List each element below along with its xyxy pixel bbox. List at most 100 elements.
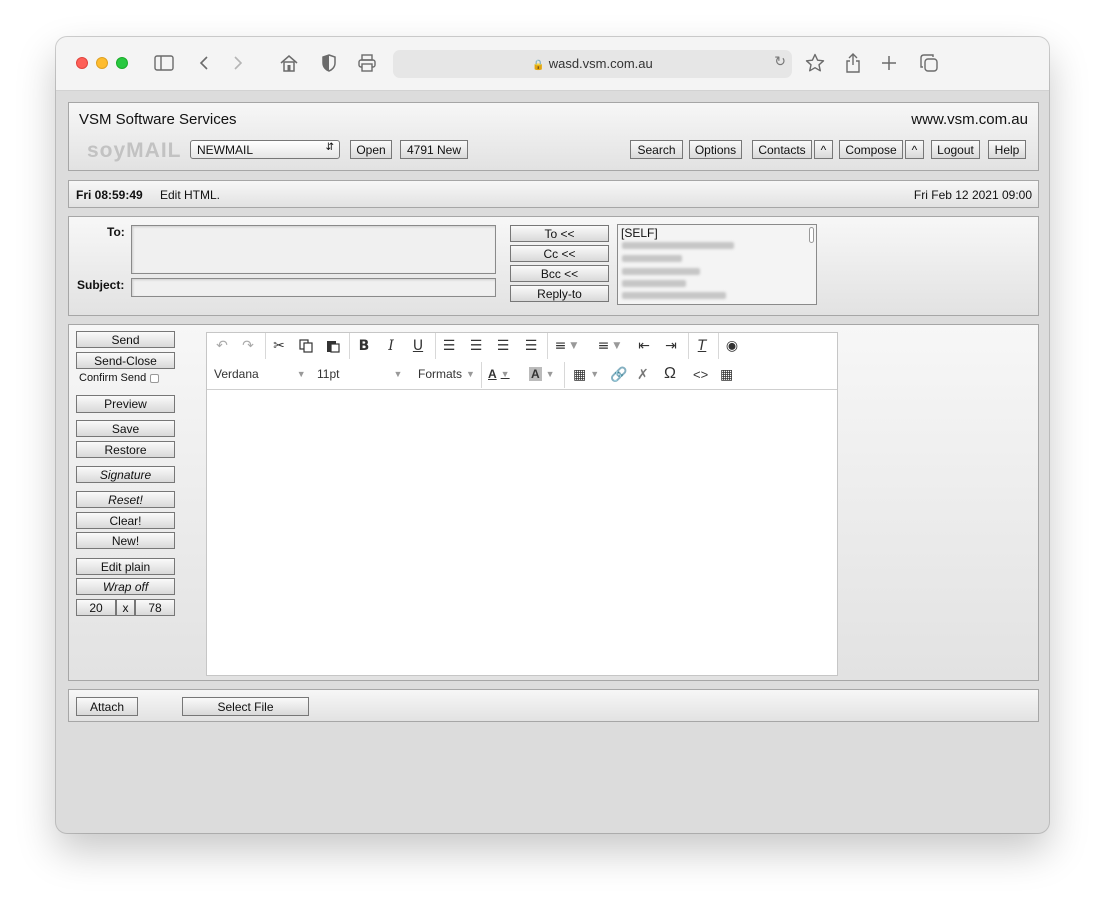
to-add-button[interactable]: To << [510,225,609,242]
soymail-logo: soyMAIL [87,139,182,162]
html-editor: ↶ ↷ ✂ B I U ☰ ☰ ☰ ☰ ≡ ▼ ≡ ▼ ⇤ ⇥ T ◉ Verd… [206,332,838,676]
sidebar-icon[interactable] [153,52,175,74]
send-button[interactable]: Send [76,331,175,348]
chevron-updown-icon: ⇵ [325,142,334,153]
font-family-value: Verdana [214,367,259,381]
compose-button[interactable]: Compose [839,140,903,159]
share-icon[interactable] [842,52,864,74]
bold-icon[interactable]: B [355,336,373,356]
confirm-send-label: Confirm Send [79,372,160,384]
new-count-button[interactable]: 4791 New [400,140,468,159]
paste-icon[interactable] [324,336,342,356]
preview-button[interactable]: Preview [76,395,175,413]
list-item[interactable] [622,268,700,275]
unlink-icon[interactable]: ✗ [637,364,655,384]
numbered-list-icon[interactable]: ≡ ▼ [595,336,623,356]
formats-select[interactable]: Formats ▼ [418,364,478,384]
font-size-select[interactable]: 11pt ▼ [317,364,409,384]
wrap-off-button[interactable]: Wrap off [76,578,175,595]
help-button[interactable]: Help [988,140,1026,159]
browser-toolbar: 🔒 wasd.vsm.com.au ↻ [56,37,1049,91]
cols-field[interactable]: 78 [135,599,175,616]
rows-field[interactable]: 20 [76,599,116,616]
align-center-icon[interactable]: ☰ [467,336,485,356]
lock-icon: 🔒 [532,60,545,71]
to-field[interactable] [131,225,496,274]
forward-icon[interactable] [227,52,249,74]
logout-button[interactable]: Logout [931,140,980,159]
list-item[interactable] [622,292,726,299]
clear-format-icon[interactable]: T [693,336,711,356]
italic-icon[interactable]: I [382,336,400,356]
folder-select-value: NEWMAIL [197,142,254,157]
redo-icon[interactable]: ↷ [239,336,257,356]
link-icon[interactable]: 🔗 [610,364,628,384]
confirm-send-checkbox[interactable] [150,373,160,383]
contact-self[interactable]: [SELF] [621,226,658,240]
options-button[interactable]: Options [689,140,742,159]
source-code-icon[interactable]: <> [693,364,711,384]
font-family-select[interactable]: Verdana ▼ [214,364,308,384]
select-file-button[interactable]: Select File [182,697,309,716]
attach-button[interactable]: Attach [76,697,138,716]
list-scrollbar[interactable] [809,227,814,243]
text-color-icon[interactable]: A ▼ [488,364,518,384]
clear-button[interactable]: Clear! [76,512,175,529]
open-button[interactable]: Open [350,140,392,159]
background-color-icon[interactable]: A ▼ [529,364,559,384]
status-bar: Fri 08:59:49 Edit HTML. Fri Feb 12 2021 … [68,180,1039,208]
minimize-window-button[interactable] [96,57,108,69]
home-icon[interactable] [278,52,300,74]
table-icon[interactable]: ▦ ▼ [573,364,601,384]
search-button[interactable]: Search [630,140,683,159]
restore-button[interactable]: Restore [76,441,175,458]
editor-content-area[interactable] [207,390,837,675]
list-item[interactable] [622,242,734,249]
back-icon[interactable] [193,52,215,74]
underline-icon[interactable]: U [409,336,427,356]
new-tab-icon[interactable] [878,52,900,74]
folder-select[interactable]: NEWMAIL ⇵ [190,140,340,159]
cc-add-button[interactable]: Cc << [510,245,609,262]
send-close-button[interactable]: Send-Close [76,352,175,369]
subject-field[interactable] [131,278,496,297]
find-replace-icon[interactable]: ▦ [720,364,738,384]
contacts-list[interactable]: [SELF] [617,224,817,305]
list-item[interactable] [622,280,686,287]
bullet-list-icon[interactable]: ≡ ▼ [552,336,580,356]
address-bar[interactable]: 🔒 wasd.vsm.com.au ↻ [393,50,792,78]
list-item[interactable] [622,255,682,262]
status-message: Edit HTML. [160,188,221,202]
signature-button[interactable]: Signature [76,466,175,483]
align-left-icon[interactable]: ☰ [440,336,458,356]
preview-eye-icon[interactable]: ◉ [723,336,741,356]
print-icon[interactable] [356,52,378,74]
bookmark-star-icon[interactable] [804,52,826,74]
replyto-button[interactable]: Reply-to [510,285,609,302]
tabs-icon[interactable] [918,52,940,74]
bcc-add-button[interactable]: Bcc << [510,265,609,282]
save-button[interactable]: Save [76,420,175,437]
outdent-icon[interactable]: ⇤ [635,336,653,356]
reset-button[interactable]: Reset! [76,491,175,508]
contacts-popout-button[interactable]: ^ [814,140,833,159]
indent-icon[interactable]: ⇥ [662,336,680,356]
edit-plain-button[interactable]: Edit plain [76,558,175,575]
website-link[interactable]: www.vsm.com.au [911,111,1028,128]
cut-icon[interactable]: ✂ [270,336,288,356]
undo-icon[interactable]: ↶ [213,336,231,356]
maximize-window-button[interactable] [116,57,128,69]
browser-window: 🔒 wasd.vsm.com.au ↻ VSM Software Services… [56,37,1049,833]
shield-icon[interactable] [318,52,340,74]
align-justify-icon[interactable]: ☰ [522,336,540,356]
new-button[interactable]: New! [76,532,175,549]
special-char-icon[interactable]: Ω [664,364,682,384]
align-right-icon[interactable]: ☰ [494,336,512,356]
copy-icon[interactable] [297,336,315,356]
compose-popout-button[interactable]: ^ [905,140,924,159]
status-time: Fri 08:59:49 [76,188,143,202]
close-window-button[interactable] [76,57,88,69]
contacts-button[interactable]: Contacts [752,140,812,159]
reload-icon[interactable]: ↻ [774,54,786,70]
app-header: VSM Software Services www.vsm.com.au soy… [68,102,1039,171]
